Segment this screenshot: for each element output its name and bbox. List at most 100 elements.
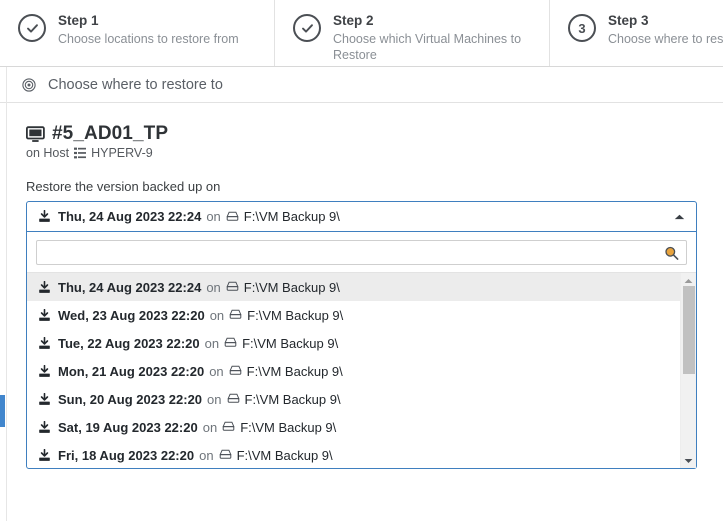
save-icon bbox=[38, 392, 51, 406]
option-separator: on bbox=[204, 335, 220, 351]
dropdown-selected-value[interactable]: Thu, 24 Aug 2023 22:24 on F:\VM Backup 9… bbox=[27, 202, 696, 232]
wizard-step-2[interactable]: Step 2 Choose which Virtual Machines to … bbox=[275, 0, 550, 66]
step-2-status-circle bbox=[293, 14, 321, 42]
selected-entry-separator: on bbox=[206, 209, 221, 224]
vm-host-row: on Host HYPERV-9 bbox=[26, 146, 723, 160]
section-header-title: Choose where to restore to bbox=[48, 76, 223, 93]
drive-icon bbox=[229, 309, 242, 321]
save-icon bbox=[38, 448, 51, 462]
option-separator: on bbox=[209, 307, 225, 323]
option-path: F:\VM Backup 9\ bbox=[243, 279, 340, 295]
step-1-text: Step 1 Choose locations to restore from bbox=[58, 13, 239, 47]
search-icon[interactable] bbox=[664, 245, 679, 260]
section-header: Choose where to restore to bbox=[0, 67, 723, 103]
check-icon bbox=[300, 21, 315, 36]
option-entry: Sat, 19 Aug 2023 22:20 on F:\VM Backup 9\ bbox=[38, 420, 336, 435]
step-1-status-circle bbox=[18, 14, 46, 42]
option-separator: on bbox=[207, 391, 222, 407]
option-date: Thu, 24 Aug 2023 22:24 bbox=[58, 279, 202, 295]
option-path: F:\VM Backup 9\ bbox=[246, 363, 343, 379]
option-path: F:\VM Backup 9\ bbox=[247, 307, 344, 323]
dropdown-option[interactable]: Wed, 23 Aug 2023 22:20 on F:\VM Backup 9\ bbox=[27, 301, 696, 329]
option-path: F:\VM Backup 9\ bbox=[244, 391, 341, 407]
drive-icon bbox=[222, 421, 235, 433]
monitor-icon bbox=[26, 125, 45, 143]
option-separator: on bbox=[209, 363, 224, 379]
save-icon bbox=[38, 364, 51, 378]
dropdown-search-area bbox=[27, 232, 696, 272]
backup-version-dropdown[interactable]: Thu, 24 Aug 2023 22:24 on F:\VM Backup 9… bbox=[26, 201, 697, 469]
dropdown-option[interactable]: Fri, 18 Aug 2023 22:20 on F:\VM Backup 9\ bbox=[27, 441, 696, 468]
dropdown-search-box[interactable] bbox=[36, 240, 687, 265]
step-3-description: Choose where to restore to bbox=[608, 32, 723, 46]
dropdown-list-wrapper: Thu, 24 Aug 2023 22:24 on F:\VM Backup 9\ W… bbox=[27, 272, 696, 468]
check-icon bbox=[25, 21, 40, 36]
target-icon bbox=[22, 77, 36, 92]
save-icon bbox=[38, 210, 51, 223]
vm-host-prefix: on Host bbox=[26, 146, 70, 160]
selected-entry: Thu, 24 Aug 2023 22:24 on F:\VM Backup 9… bbox=[38, 209, 340, 224]
option-separator: on bbox=[199, 447, 214, 463]
option-date: Sat, 19 Aug 2023 22:20 bbox=[58, 419, 198, 435]
step-2-description: Choose which Virtual Machines to Restore bbox=[333, 32, 522, 62]
drive-icon bbox=[226, 281, 239, 293]
save-icon bbox=[38, 420, 51, 434]
option-date: Fri, 18 Aug 2023 22:20 bbox=[58, 447, 195, 463]
drive-icon bbox=[219, 449, 232, 461]
option-separator: on bbox=[206, 279, 221, 295]
drive-icon bbox=[229, 365, 242, 377]
step-2-title: Step 2 bbox=[333, 13, 374, 28]
vm-host-name: HYPERV-9 bbox=[91, 146, 153, 160]
step-1-description: Choose locations to restore from bbox=[58, 32, 239, 46]
wizard-step-3[interactable]: 3 Step 3 Choose where to restore to bbox=[550, 0, 723, 66]
option-path: F:\VM Backup 9\ bbox=[236, 447, 333, 463]
vm-title-row: #5_AD01_TP bbox=[26, 123, 723, 145]
dropdown-option[interactable]: Thu, 24 Aug 2023 22:24 on F:\VM Backup 9\ bbox=[27, 273, 696, 301]
dropdown-option[interactable]: Sun, 20 Aug 2023 22:20 on F:\VM Backup 9\ bbox=[27, 385, 696, 413]
option-entry: Sun, 20 Aug 2023 22:20 on F:\VM Backup 9\ bbox=[38, 392, 341, 407]
option-path: F:\VM Backup 9\ bbox=[240, 419, 337, 435]
step-1-title: Step 1 bbox=[58, 13, 99, 28]
option-date: Sun, 20 Aug 2023 22:20 bbox=[58, 391, 203, 407]
option-entry: Tue, 22 Aug 2023 22:20 on F:\VM Backup 9\ bbox=[38, 336, 338, 351]
wizard-steps-bar: Step 1 Choose locations to restore from … bbox=[0, 0, 723, 67]
dropdown-scrollbar[interactable] bbox=[680, 273, 696, 468]
left-rail-divider bbox=[6, 67, 7, 521]
wizard-step-1[interactable]: Step 1 Choose locations to restore from bbox=[0, 0, 275, 66]
option-path: F:\VM Backup 9\ bbox=[242, 335, 339, 351]
save-icon bbox=[38, 308, 51, 322]
step-3-number: 3 bbox=[578, 20, 586, 36]
step-2-text: Step 2 Choose which Virtual Machines to … bbox=[333, 13, 549, 63]
scrollbar-thumb[interactable] bbox=[683, 286, 695, 374]
option-entry: Mon, 21 Aug 2023 22:20 on F:\VM Backup 9\ bbox=[38, 364, 343, 379]
option-date: Tue, 22 Aug 2023 22:20 bbox=[58, 335, 200, 351]
save-icon bbox=[38, 336, 51, 350]
vm-name: #5_AD01_TP bbox=[52, 123, 169, 144]
drive-icon bbox=[226, 393, 240, 405]
selected-entry-date: Thu, 24 Aug 2023 22:24 bbox=[58, 209, 202, 224]
option-date: Mon, 21 Aug 2023 22:20 bbox=[58, 363, 205, 379]
server-list-icon bbox=[74, 147, 87, 159]
option-entry: Fri, 18 Aug 2023 22:20 on F:\VM Backup 9\ bbox=[38, 448, 333, 463]
dropdown-option[interactable]: Mon, 21 Aug 2023 22:20 on F:\VM Backup 9\ bbox=[27, 357, 696, 385]
dropdown-option[interactable]: Tue, 22 Aug 2023 22:20 on F:\VM Backup 9\ bbox=[27, 329, 696, 357]
chevron-up-icon[interactable] bbox=[674, 213, 685, 220]
selected-entry-path: F:\VM Backup 9\ bbox=[243, 209, 340, 224]
option-entry: Wed, 23 Aug 2023 22:20 on F:\VM Backup 9\ bbox=[38, 308, 343, 323]
dropdown-option[interactable]: Sat, 19 Aug 2023 22:20 on F:\VM Backup 9\ bbox=[27, 413, 696, 441]
step-3-status-circle: 3 bbox=[568, 14, 596, 42]
save-icon bbox=[38, 280, 51, 294]
drive-icon bbox=[226, 211, 239, 223]
search-input[interactable] bbox=[37, 241, 686, 264]
step-3-title: Step 3 bbox=[608, 13, 649, 28]
main-content: #5_AD01_TP on Host HYPERV-9 Restore the … bbox=[0, 103, 723, 469]
option-date: Wed, 23 Aug 2023 22:20 bbox=[58, 307, 205, 323]
dropdown-options-list[interactable]: Thu, 24 Aug 2023 22:24 on F:\VM Backup 9\ W… bbox=[27, 273, 696, 468]
option-separator: on bbox=[202, 419, 218, 435]
option-entry: Thu, 24 Aug 2023 22:24 on F:\VM Backup 9\ bbox=[38, 280, 340, 295]
left-accent-strip[interactable] bbox=[0, 395, 5, 427]
step-3-text: Step 3 Choose where to restore to bbox=[608, 13, 723, 47]
scroll-down-arrow-icon[interactable] bbox=[681, 453, 696, 468]
drive-icon bbox=[224, 337, 237, 349]
restore-version-label: Restore the version backed up on bbox=[26, 179, 221, 194]
